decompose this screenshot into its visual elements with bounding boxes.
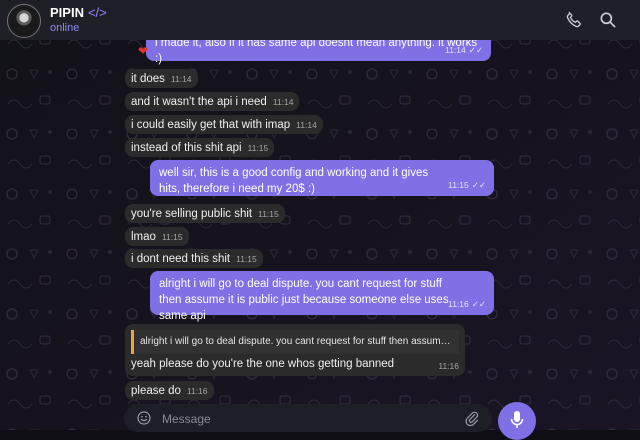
message-text: lmao <box>131 231 156 243</box>
avatar[interactable] <box>7 4 41 38</box>
message-outgoing[interactable]: well sir, this is a good config and work… <box>150 160 494 196</box>
message-time: 11:15 <box>448 180 469 190</box>
message-outgoing[interactable]: alright i will go to deal dispute. you c… <box>150 271 494 322</box>
heart-reaction-icon[interactable]: ❤ <box>138 44 148 58</box>
message-incoming[interactable]: you're selling public shit 11:15 <box>125 204 285 223</box>
read-ticks-icon: ✓✓ <box>468 45 483 55</box>
message-time: 11:16 <box>186 386 208 396</box>
search-icon[interactable] <box>598 10 618 30</box>
message-time: 11:14 <box>272 97 294 107</box>
message-text: it does <box>131 73 165 85</box>
message-time: 11:15 <box>258 209 279 219</box>
message-text: i dont need this shit <box>131 253 231 265</box>
message-text: yeah please do you're the one whos getti… <box>131 358 395 370</box>
message-text: you're selling public shit <box>131 208 253 220</box>
emoji-icon[interactable] <box>136 410 152 426</box>
message-time: 11:16 <box>448 299 469 309</box>
read-ticks-icon: ✓✓ <box>471 180 486 190</box>
phone-icon[interactable] <box>564 10 584 30</box>
contact-name[interactable]: PIPIN </> <box>50 5 107 20</box>
message-text: please do <box>131 385 181 397</box>
paperclip-icon[interactable] <box>464 410 480 426</box>
message-incoming[interactable]: i dont need this shit 11:15 <box>125 249 263 268</box>
message-time: 11:15 <box>247 143 269 153</box>
chat-header[interactable]: PIPIN </> online <box>0 0 640 40</box>
message-incoming[interactable]: lmao 11:15 <box>125 227 189 246</box>
reply-quote[interactable]: alright i will go to deal dispute. you c… <box>131 330 459 354</box>
message-meta: 11:14 ✓✓ <box>445 42 483 58</box>
message-text: i made it, also if it has same api doesn… <box>155 37 478 65</box>
message-time: 11:14 <box>445 45 466 55</box>
microphone-icon <box>510 411 524 428</box>
message-text: well sir, this is a good config and work… <box>159 167 429 195</box>
message-time: 11:15 <box>236 254 257 264</box>
message-incoming-reply[interactable]: alright i will go to deal dispute. you c… <box>125 324 465 376</box>
message-input-bar[interactable]: Message <box>124 404 492 432</box>
message-line: yeah please do you're the one whos getti… <box>131 356 459 372</box>
message-text: i could easily get that with imap <box>131 119 291 131</box>
message-text: and it wasn't the api i need <box>131 96 267 108</box>
message-meta: 11:16 ✓✓ <box>448 296 486 312</box>
message-incoming[interactable]: instead of this shit api 11:15 <box>125 138 275 157</box>
message-incoming[interactable]: and it wasn't the api i need 11:14 <box>125 92 300 111</box>
message-input[interactable]: Message <box>162 412 211 426</box>
contact-name-code: </> <box>87 5 107 20</box>
message-time: 11:14 <box>296 120 317 130</box>
contact-name-text: PIPIN <box>50 5 84 20</box>
read-ticks-icon: ✓✓ <box>471 299 486 309</box>
microphone-button[interactable] <box>498 402 536 440</box>
message-text: instead of this shit api <box>131 142 242 154</box>
message-time: 11:15 <box>161 232 183 242</box>
message-incoming[interactable]: i could easily get that with imap 11:14 <box>125 115 323 134</box>
message-time: 11:14 <box>170 74 192 84</box>
message-meta: 11:15 ✓✓ <box>448 177 486 193</box>
message-time: 11:16 <box>438 361 459 371</box>
message-incoming[interactable]: please do 11:16 <box>125 381 214 400</box>
contact-status: online <box>50 22 80 34</box>
message-incoming[interactable]: it does 11:14 <box>125 69 198 88</box>
